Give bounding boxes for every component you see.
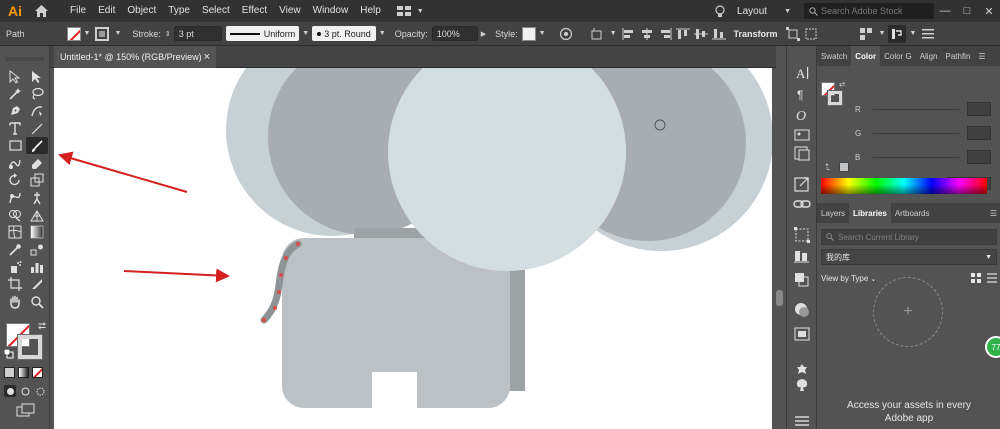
opentype-panel-icon[interactable]: O	[796, 109, 806, 124]
list-view-icon[interactable]	[987, 273, 997, 283]
libraries-panel: Layers Libraries Artboards ☰ Search Curr…	[817, 203, 1000, 429]
graphic-styles-panel-icon[interactable]	[796, 379, 808, 391]
paragraph-panel-icon[interactable]: ¶	[797, 88, 803, 102]
color-spectrum[interactable]	[821, 178, 987, 194]
appearance-panel-icon[interactable]	[794, 327, 810, 341]
svg-text:O: O	[796, 109, 806, 124]
chevron-down-icon: ⌄	[870, 275, 877, 283]
out-of-gamut-icon[interactable]: ⮤	[825, 162, 830, 173]
panel-menu-icon[interactable]: ☰	[974, 46, 989, 66]
view-by-label: View by Type	[821, 273, 869, 283]
character-panel-icon[interactable]: A	[796, 66, 809, 81]
blue-track[interactable]	[873, 156, 959, 158]
annotation-arrow-brush	[58, 151, 188, 193]
view-toggle	[971, 273, 997, 283]
links-panel-icon[interactable]	[793, 200, 811, 208]
view-by-type-dropdown[interactable]: View by Type ⌄	[821, 274, 876, 283]
green-label: G	[855, 128, 862, 138]
swap-icon[interactable]: ⮂	[839, 80, 845, 90]
illustrator-window: Ai File Edit Object Type Select Effect V…	[0, 0, 1000, 429]
blue-label: B	[855, 152, 861, 162]
library-search-placeholder: Search Current Library	[838, 232, 919, 242]
pathfinder-panel-icon[interactable]	[795, 273, 809, 287]
layers-panel-icon[interactable]	[795, 416, 809, 426]
gamut-color-swatch[interactable]	[839, 162, 849, 172]
export-panel-icon[interactable]	[794, 177, 809, 192]
symbols-panel-icon[interactable]	[797, 364, 807, 374]
red-track[interactable]	[873, 108, 959, 110]
green-value-field[interactable]	[967, 126, 991, 140]
color-panel-tabs: Swatch Color Color G Align Pathfin ☰	[817, 46, 1000, 66]
stroke-swatch[interactable]	[827, 90, 843, 106]
grid-view-icon[interactable]	[971, 273, 981, 283]
library-search-input[interactable]: Search Current Library	[821, 229, 997, 245]
tab-color[interactable]: Color	[851, 46, 881, 66]
library-empty-message: Access your assets in every Adobe app	[817, 399, 1000, 425]
panel-menu-icon[interactable]: ☰	[986, 203, 1000, 223]
annotation-arrow-tail	[123, 268, 230, 283]
svg-text:A: A	[796, 66, 806, 81]
tab-swatches[interactable]: Swatch	[817, 46, 851, 66]
library-message-line1: Access your assets in every	[847, 400, 971, 411]
asset-export-icon[interactable]	[794, 146, 810, 161]
tab-color-guide[interactable]: Color G	[880, 46, 916, 66]
library-empty-add[interactable]: +	[873, 277, 943, 347]
tab-pathfinder[interactable]: Pathfin	[941, 46, 974, 66]
red-label: R	[855, 104, 861, 114]
red-value-field[interactable]	[967, 102, 991, 116]
red-slider[interactable]: R	[855, 102, 997, 116]
canvas-vertical-scrollbar[interactable]	[773, 68, 785, 429]
tab-artboards[interactable]: Artboards	[891, 203, 934, 223]
svg-text:¶: ¶	[797, 88, 803, 102]
blue-slider[interactable]: B	[855, 150, 997, 164]
right-panel-dock: Swatch Color Color G Align Pathfin ☰ ⮂ R…	[816, 46, 1000, 429]
green-track[interactable]	[873, 132, 959, 134]
tab-align[interactable]: Align	[916, 46, 942, 66]
panel-icon-strip: A ¶ O	[786, 46, 816, 429]
search-icon	[826, 233, 834, 241]
chevron-down-icon: ▼	[985, 253, 992, 261]
libraries-panel-tabs: Layers Libraries Artboards ☰	[817, 203, 1000, 223]
tab-libraries[interactable]: Libraries	[849, 203, 891, 223]
transform-panel-icon[interactable]	[794, 227, 810, 243]
align-panel-icon[interactable]	[794, 251, 809, 263]
color-panel: ⮂ R G B ⮤ #	[817, 66, 1000, 192]
library-name: 我的库	[826, 252, 850, 262]
transparency-panel-icon[interactable]	[795, 303, 809, 317]
library-select[interactable]: 我的库 ▼	[821, 249, 997, 265]
blue-value-field[interactable]	[967, 150, 991, 164]
green-slider[interactable]: G	[855, 126, 997, 140]
image-trace-panel-icon[interactable]	[794, 129, 810, 141]
notification-badge[interactable]: 77	[985, 336, 1000, 358]
library-message-line2: Adobe app	[884, 413, 934, 424]
tab-layers[interactable]: Layers	[817, 203, 849, 223]
scrollbar-thumb[interactable]	[776, 290, 783, 306]
